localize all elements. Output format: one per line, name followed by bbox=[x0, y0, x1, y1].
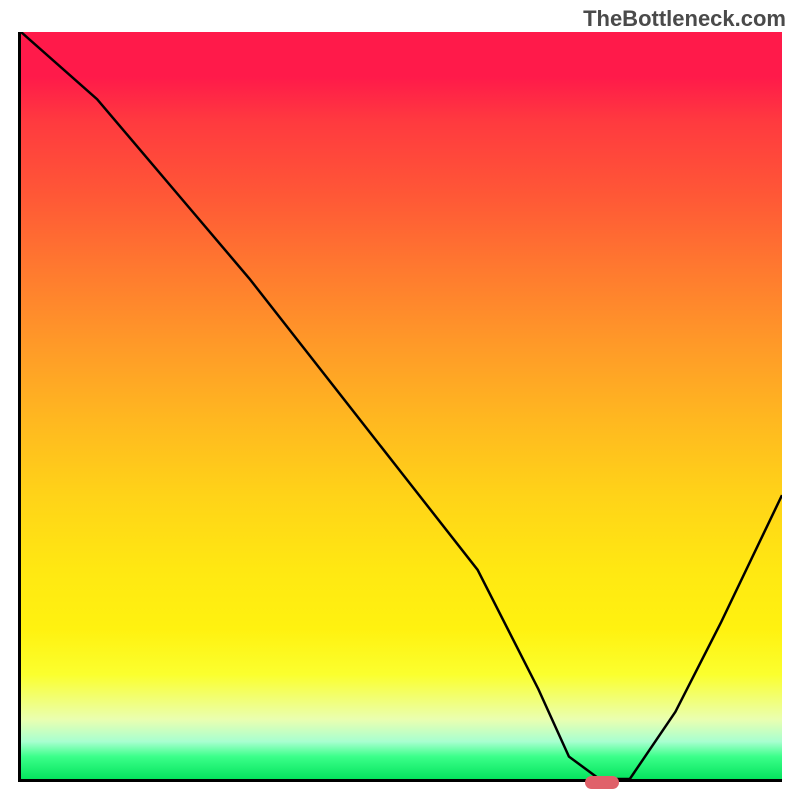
watermark-text: TheBottleneck.com bbox=[583, 6, 786, 32]
plot-area bbox=[18, 32, 782, 782]
bottleneck-curve bbox=[21, 32, 782, 779]
optimal-point-marker bbox=[585, 776, 619, 789]
